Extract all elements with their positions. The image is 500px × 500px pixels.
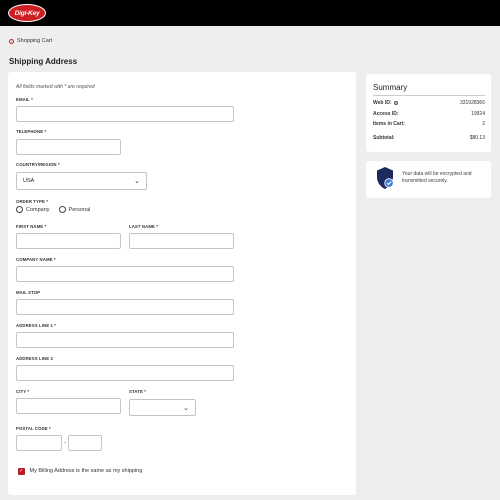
company-name-field[interactable] (16, 266, 234, 282)
required-note: All fields marked with * are required (16, 84, 95, 90)
city-label: CITY * (16, 389, 30, 394)
country-value: USA (23, 178, 35, 184)
postal-separator: - (64, 440, 66, 446)
address-line-2-label: ADDRESS LINE 2 (16, 356, 53, 361)
breadcrumb[interactable]: ‹ Shopping Cart (9, 38, 52, 44)
items-in-cart-row: Items in Cart: 2 (373, 121, 485, 127)
mail-stop-field[interactable] (16, 299, 234, 315)
last-name-label: LAST NAME * (129, 224, 159, 229)
postal-code-field[interactable] (16, 435, 62, 451)
subtotal-value: $80.13 (469, 135, 485, 141)
telephone-field[interactable] (16, 139, 121, 155)
chevron-down-icon: ⌄ (183, 404, 189, 412)
address-line-1-label: ADDRESS LINE 1 * (16, 323, 57, 328)
subtotal-label: Subtotal: (373, 135, 395, 141)
web-id-row: Web ID:? 331928366 (373, 100, 485, 106)
chevron-down-icon: ⌄ (134, 178, 140, 185)
first-name-field[interactable] (16, 233, 121, 249)
security-message: Your data will be encrypted and transmit… (402, 171, 472, 184)
access-id-value: 19924 (471, 111, 485, 117)
billing-same-label[interactable]: My Billing Address is the same as my shi… (30, 468, 143, 474)
info-icon[interactable]: ? (393, 100, 399, 106)
company-name-label: COMPANY NAME * (16, 257, 56, 262)
back-arrow-icon: ‹ (9, 38, 14, 44)
email-label: EMAIL * (16, 97, 33, 102)
radio-company[interactable] (16, 206, 23, 213)
order-type-label: ORDER TYPE * (16, 199, 48, 204)
mail-stop-label: MAIL STOP (16, 290, 41, 295)
billing-same-checkbox[interactable]: ✓ (18, 468, 25, 475)
first-name-label: FIRST NAME * (16, 224, 47, 229)
summary-title: Summary (373, 83, 408, 92)
subtotal-row: Subtotal: $80.13 (373, 135, 485, 141)
web-id-value: 331928366 (459, 100, 485, 106)
logo-text: Digi-Key (14, 9, 40, 17)
postal-code-label: POSTAL CODE * (16, 426, 51, 431)
breadcrumb-label[interactable]: Shopping Cart (17, 38, 52, 44)
access-id-row: Access ID: 19924 (373, 111, 485, 117)
address-line-1-field[interactable] (16, 332, 234, 348)
billing-same-row[interactable]: ✓ My Billing Address is the same as my s… (18, 468, 142, 475)
order-type-radio-group: Company Personal (16, 206, 99, 213)
telephone-label: TELEPHONE * (16, 129, 47, 134)
items-in-cart-value: 2 (482, 121, 485, 127)
state-select[interactable]: ⌄ (129, 399, 196, 416)
access-id-label: Access ID: (373, 111, 399, 117)
web-id-label: Web ID: (373, 100, 392, 106)
state-label: STATE * (129, 389, 147, 394)
last-name-field[interactable] (129, 233, 234, 249)
postal-code-extension-field[interactable] (68, 435, 102, 451)
country-label: COUNTRY/REGION * (16, 162, 60, 167)
country-select[interactable]: USA ⌄ (16, 172, 147, 190)
page-title: Shipping Address (9, 57, 78, 66)
shipping-form-card (8, 72, 356, 495)
address-line-2-field[interactable] (16, 365, 234, 381)
top-bar: Digi-Key (0, 0, 500, 26)
shield-check-icon (377, 167, 394, 189)
radio-company-label[interactable]: Company (26, 207, 50, 213)
items-in-cart-label: Items in Cart: (373, 121, 405, 127)
city-field[interactable] (16, 398, 121, 414)
radio-personal[interactable] (58, 206, 66, 213)
summary-divider (373, 95, 485, 96)
radio-personal-label[interactable]: Personal (69, 207, 91, 213)
email-field[interactable] (16, 106, 234, 122)
digikey-logo[interactable]: Digi-Key (8, 4, 46, 22)
